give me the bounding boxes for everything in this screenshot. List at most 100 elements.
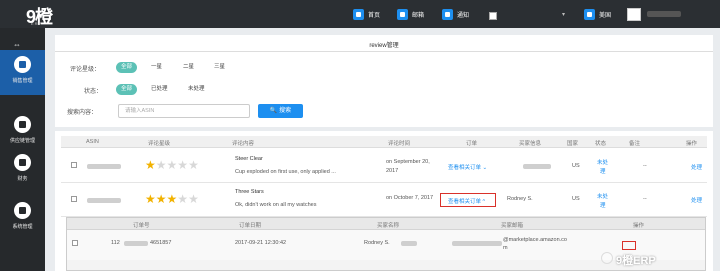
status-pending[interactable]: 未处 <box>597 158 608 166</box>
mail-icon <box>397 8 408 20</box>
country: US <box>572 196 580 202</box>
search-input[interactable]: 请输入ASIN <box>118 104 250 118</box>
bell-icon <box>442 8 453 20</box>
avatar[interactable] <box>627 8 641 21</box>
money-icon <box>14 154 31 171</box>
star-icon: ★ <box>166 158 178 172</box>
review-content: Cup exploded on first use, only applied … <box>235 169 336 175</box>
col-buyer: 买家信息 <box>519 141 542 147</box>
nav-notify[interactable]: 通知 <box>442 8 469 20</box>
col-buyer-email: 买家邮箱 <box>501 223 524 229</box>
review-title: Three Stars <box>235 189 264 195</box>
table-row[interactable]: ★★★★★ Three Stars Ok, didn't work on all… <box>61 183 707 217</box>
status-pending-line2: 理 <box>600 169 606 175</box>
status-pending[interactable]: 未处 <box>597 192 608 200</box>
star-icon: ★ <box>166 192 178 206</box>
review-time-year: 2017 <box>386 168 399 174</box>
highlight-box <box>622 241 636 250</box>
search-button[interactable]: 🔍 搜索 <box>258 104 303 118</box>
col-order-date: 订单日期 <box>239 223 262 229</box>
col-country: 国家 <box>567 141 579 147</box>
sidebar-item-label: 系统管理 <box>12 224 33 230</box>
view-orders-link[interactable]: 查看相关订单 ⌄ <box>448 163 487 171</box>
star-icon: ★ <box>155 158 167 172</box>
row-checkbox[interactable] <box>71 196 77 202</box>
home-icon <box>353 8 364 20</box>
search-button-label: 搜索 <box>279 108 292 114</box>
col-rating: 评论星级 <box>148 141 171 147</box>
col-asin: ASIN <box>86 139 99 145</box>
star-icon: ★ <box>145 158 156 172</box>
rating-option-1[interactable]: 一星 <box>146 62 167 73</box>
sidebar: ⇔ 销售管理 供应链管理 财务 系统管理 <box>0 28 45 271</box>
nav-mail[interactable]: 邮箱 <box>397 8 424 20</box>
broken-image-icon <box>489 12 497 20</box>
sidebar-item-label: 销售管理 <box>12 78 33 84</box>
star-rating: ★★★★★ <box>145 158 199 172</box>
buyer-name: Rodney S. <box>507 196 533 202</box>
buyer-name: Rodney S. <box>364 240 390 246</box>
buyer-name-redacted <box>401 241 417 246</box>
status-filter-label: 状态： <box>84 89 103 95</box>
top-bar: 9橙 ERP 首页 邮箱 通知 ▾ 美国 <box>0 0 720 28</box>
rating-option-all[interactable]: 全部 <box>116 62 138 73</box>
flag-icon <box>584 8 595 20</box>
note: -- <box>643 196 647 202</box>
wechat-icon <box>601 252 613 264</box>
nav-region-label: 美国 <box>599 12 612 19</box>
col-note: 备注 <box>629 141 641 147</box>
col-buyer-name: 买家名称 <box>377 223 400 229</box>
nav-notify-label: 通知 <box>457 12 470 19</box>
status-pending-line2: 理 <box>600 203 606 209</box>
country: US <box>572 163 580 169</box>
order-no-redacted <box>124 241 148 246</box>
review-title: Steer Clear <box>235 156 263 162</box>
status-option-done[interactable]: 已处理 <box>146 84 173 95</box>
sidebar-item-label: 供应链管理 <box>9 138 35 144</box>
star-icon: ★ <box>188 158 199 172</box>
table-header: ASIN 评论星级 评论内容 评论时间 订单 买家信息 国家 状态 备注 操作 <box>61 136 707 148</box>
star-icon: ★ <box>188 192 199 206</box>
sidebar-item-label: 财务 <box>17 176 28 182</box>
rating-option-3[interactable]: 三星 <box>209 62 230 73</box>
process-link[interactable]: 处理 <box>691 163 702 171</box>
buyer-email-line2: m <box>503 245 508 251</box>
buyer-email: @marketplace.amazon.co <box>503 237 567 243</box>
star-icon: ★ <box>155 192 167 206</box>
status-option-all[interactable]: 全部 <box>116 84 138 95</box>
note: -- <box>643 163 647 169</box>
section-gap <box>55 127 713 131</box>
asin-redacted <box>87 198 121 203</box>
row-checkbox[interactable] <box>71 162 77 168</box>
asin-redacted <box>87 164 121 169</box>
buyer-redacted <box>523 164 551 169</box>
col-sub-action: 操作 <box>633 223 645 229</box>
user-name-redacted[interactable] <box>647 11 681 17</box>
sidebar-toggle-icon[interactable]: ⇔ <box>13 40 21 49</box>
col-action: 操作 <box>686 141 698 147</box>
nav-home[interactable]: 首页 <box>353 8 380 20</box>
grid-icon <box>14 56 31 73</box>
order-no-prefix: 112 <box>111 240 120 246</box>
highlight-box <box>440 193 496 207</box>
star-rating: ★★★★★ <box>145 192 199 206</box>
nav-mail-label: 邮箱 <box>412 12 425 19</box>
status-option-pending[interactable]: 未处理 <box>183 84 210 95</box>
process-link[interactable]: 处理 <box>691 196 702 204</box>
col-order: 订单 <box>466 141 478 147</box>
nav-region[interactable]: 美国 <box>584 8 611 20</box>
search-label: 搜索内容： <box>67 110 98 116</box>
col-time: 评论时间 <box>388 141 411 147</box>
row-checkbox[interactable] <box>72 240 78 246</box>
rating-filter-label: 评论星级： <box>70 67 101 73</box>
app-logo-sub: ERP <box>31 21 43 26</box>
table-row[interactable]: ★★★★★ Steer Clear Cup exploded on first … <box>61 149 707 183</box>
sidebar-item-finance[interactable]: 财务 <box>0 148 45 193</box>
order-date: 2017-09-21 12:30:42 <box>235 240 287 246</box>
sidebar-item-system[interactable]: 系统管理 <box>0 196 45 241</box>
play-icon <box>14 202 31 219</box>
sidebar-item-sales[interactable]: 销售管理 <box>0 50 45 95</box>
chevron-down-icon[interactable]: ▾ <box>562 11 565 18</box>
star-icon: ★ <box>177 158 189 172</box>
rating-option-2[interactable]: 二星 <box>178 62 199 73</box>
